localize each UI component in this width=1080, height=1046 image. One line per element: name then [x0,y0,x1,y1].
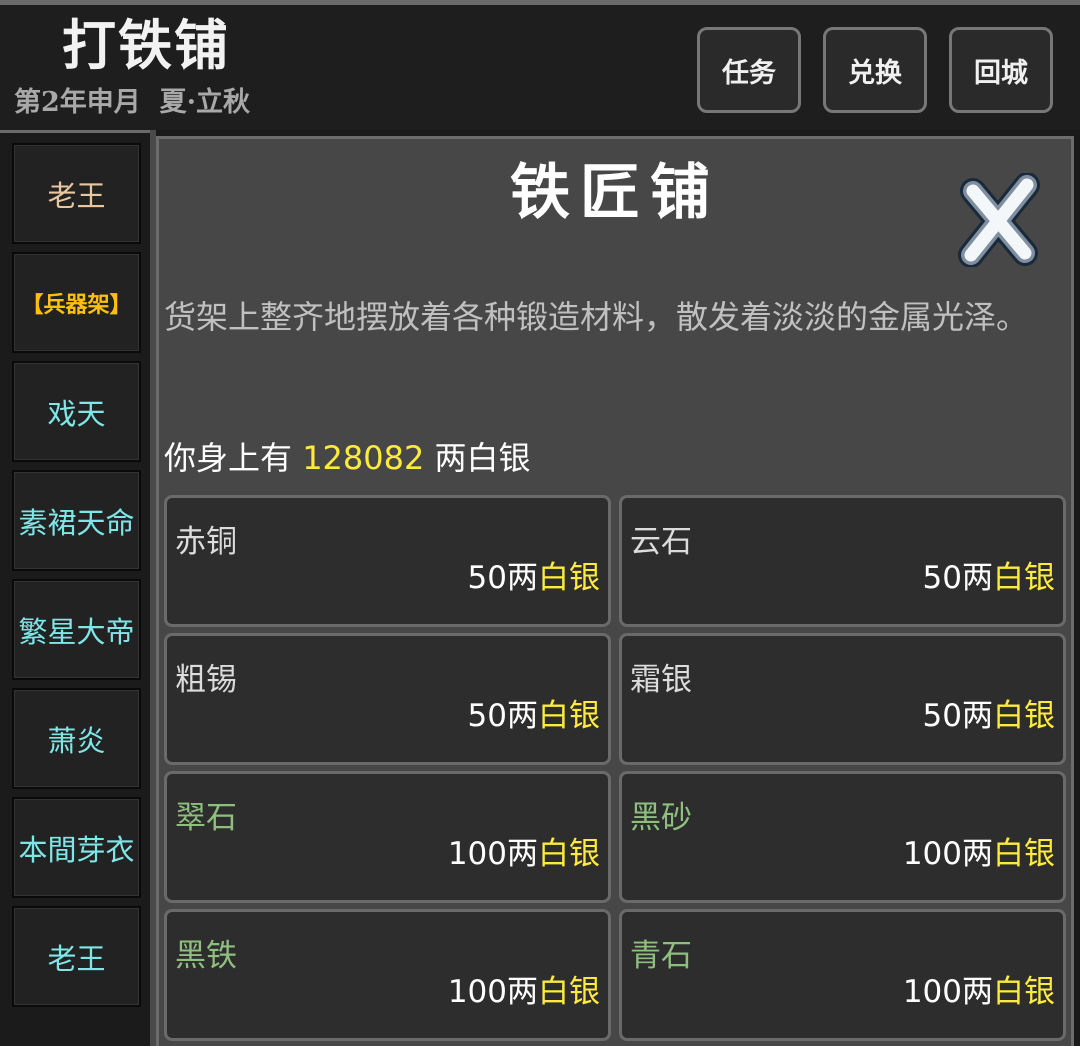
item-price: 100两白银 [447,974,600,1010]
shop-item[interactable]: 霜银 50两白银 [619,633,1066,765]
exchange-button[interactable]: 兑换 [823,27,927,113]
balance-prefix: 你身上有 [164,439,303,477]
item-price: 50两白银 [467,698,600,734]
shop-description: 货架上整齐地摆放着各种锻造材料，散发着淡淡的金属光泽。 [164,298,1029,336]
item-name: 翠石 [175,800,237,836]
item-name: 云石 [630,524,692,560]
sidebar-item-player[interactable]: 老王 [12,906,141,1007]
shop-item[interactable]: 翠石 100两白银 [164,771,611,903]
game-date: 第2年申月 夏·立秋 [14,87,250,118]
silver-balance: 你身上有 128082 两白银 [164,435,531,481]
item-name: 赤铜 [175,524,237,560]
location-title: 打铁铺 [62,13,230,77]
item-price: 50两白银 [922,560,1055,596]
item-name: 霜银 [630,662,692,698]
item-name: 青石 [630,938,692,974]
item-price: 100两白银 [447,836,600,872]
close-icon[interactable] [955,172,1045,268]
sidebar-item-player[interactable]: 本間芽衣 [12,797,141,898]
item-price: 50两白银 [922,698,1055,734]
sidebar-item-weapon-rack[interactable]: 【兵器架】 [12,252,141,353]
item-price: 100两白银 [902,974,1055,1010]
shop-item[interactable]: 云石 50两白银 [619,495,1066,627]
item-name: 黑铁 [175,938,237,974]
item-name: 粗锡 [175,662,237,698]
balance-suffix: 两白银 [424,439,531,477]
shop-item[interactable]: 粗锡 50两白银 [164,633,611,765]
return-city-button[interactable]: 回城 [949,27,1053,113]
sidebar-item-npc[interactable]: 老王 [12,143,141,244]
npc-sidebar: 老王 【兵器架】 戏天 素裙天命 繁星大帝 萧炎 本間芽衣 老王 [0,130,150,1046]
sidebar-item-player[interactable]: 戏天 [12,361,141,462]
panel-title: 铁匠铺 [510,158,720,228]
sidebar-item-player[interactable]: 素裙天命 [12,470,141,571]
balance-amount: 128082 [302,439,425,477]
item-price: 50两白银 [467,560,600,596]
top-bar: 打铁铺 第2年申月 夏·立秋 任务 兑换 回城 [0,0,1080,130]
item-price: 100两白银 [902,836,1055,872]
shop-item[interactable]: 黑铁 100两白银 [164,909,611,1041]
shop-item[interactable]: 黑砂 100两白银 [619,771,1066,903]
sidebar-item-player[interactable]: 萧炎 [12,688,141,789]
game-screen: 打铁铺 第2年申月 夏·立秋 任务 兑换 回城 老王 【兵器架】 戏天 素裙天命… [0,0,1080,1046]
shop-panel: 铁匠铺 货架上整齐地摆放着各种锻造材料，散发着淡淡的金属光泽。 你身上有 128… [156,136,1074,1046]
shop-item[interactable]: 青石 100两白银 [619,909,1066,1041]
item-name: 黑砂 [630,800,692,836]
sidebar-item-player[interactable]: 繁星大帝 [12,579,141,680]
quest-button[interactable]: 任务 [697,27,801,113]
shop-item[interactable]: 赤铜 50两白银 [164,495,611,627]
